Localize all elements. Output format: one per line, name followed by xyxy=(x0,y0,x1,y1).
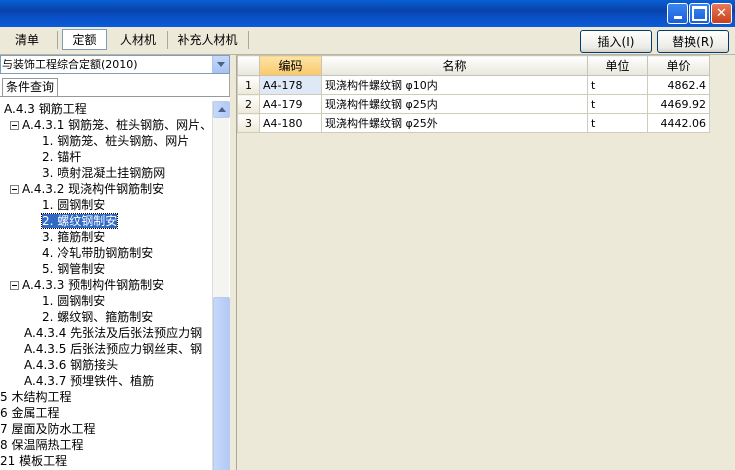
tab-quota[interactable]: 定额 xyxy=(62,29,107,50)
title-bar xyxy=(0,0,735,27)
tree-item[interactable]: A.4.3 钢筋工程 xyxy=(4,101,87,117)
tree-item[interactable]: 1. 圆钢制安 xyxy=(42,293,105,309)
tree-item[interactable]: A.4.3.2 现浇构件钢筋制安 xyxy=(10,181,164,197)
tree-item[interactable]: 6 金属工程 xyxy=(0,405,59,421)
quota-table: 编码 名称 单位 单价 1 A4-178 现浇构件螺纹钢 φ10内 t 4862… xyxy=(237,55,710,133)
tree-item[interactable]: A.4.3.6 钢筋接头 xyxy=(24,357,118,373)
tree-item[interactable]: 8 保温隔热工程 xyxy=(0,437,83,453)
cell-unit[interactable]: t xyxy=(587,113,648,133)
tab-bill[interactable]: 清单 xyxy=(2,29,52,50)
tree-item[interactable]: A.4.3.3 预制构件钢筋制安 xyxy=(10,277,164,293)
minimize-icon[interactable] xyxy=(667,3,688,24)
tree-item[interactable]: 7 屋面及防水工程 xyxy=(0,421,95,437)
tab-divider xyxy=(248,31,249,49)
cell-price[interactable]: 4469.92 xyxy=(647,94,710,114)
quota-tree-panel: 与装饰工程综合定额(2010) 条件查询 A.4.3 钢筋工程 A.4.3.1 … xyxy=(0,55,230,470)
cell-code[interactable]: A4-179 xyxy=(259,94,322,114)
tree-item[interactable]: 5. 钢管制安 xyxy=(42,261,105,277)
tree-item[interactable]: A.4.3.4 先张法及后张法预应力钢 xyxy=(24,325,202,341)
column-header-name[interactable]: 名称 xyxy=(321,55,588,76)
column-header-code[interactable]: 编码 xyxy=(259,55,322,76)
cell-unit[interactable]: t xyxy=(587,75,648,95)
collapse-icon[interactable] xyxy=(10,121,19,130)
tab-supplementary[interactable]: 补充人材机 xyxy=(170,29,245,50)
quota-library-value: 与装饰工程综合定额(2010) xyxy=(2,58,138,71)
tree-item[interactable]: 3. 喷射混凝土挂钢筋网 xyxy=(42,165,165,181)
tree-item[interactable]: 5 木结构工程 xyxy=(0,389,71,405)
chevron-down-icon[interactable] xyxy=(212,56,229,73)
tree-item[interactable]: 2. 锚杆 xyxy=(42,149,81,165)
tree-item[interactable]: 1. 圆钢制安 xyxy=(42,197,105,213)
cell-code[interactable]: A4-180 xyxy=(259,113,322,133)
row-number-header xyxy=(237,55,260,76)
cell-name[interactable]: 现浇构件螺纹钢 φ25外 xyxy=(321,113,588,133)
condition-query-tab[interactable]: 条件查询 xyxy=(2,78,58,96)
scroll-up-icon[interactable] xyxy=(213,101,230,118)
cell-name[interactable]: 现浇构件螺纹钢 φ10内 xyxy=(321,75,588,95)
tree-item[interactable]: 2. 螺纹钢、箍筋制安 xyxy=(42,309,153,325)
tree-item[interactable]: A.4.3.7 预埋铁件、植筋 xyxy=(24,373,154,389)
scroll-thumb[interactable] xyxy=(213,297,230,470)
table-row[interactable]: 2 A4-179 现浇构件螺纹钢 φ25内 t 4469.92 xyxy=(237,94,710,114)
tree-item[interactable]: A.4.3.1 钢筋笼、桩头钢筋、网片、 xyxy=(10,117,212,133)
cell-unit[interactable]: t xyxy=(587,94,648,114)
cell-code[interactable]: A4-178 xyxy=(259,75,322,95)
tree-item[interactable]: 1. 钢筋笼、桩头钢筋、网片 xyxy=(42,133,189,149)
cell-price[interactable]: 4862.4 xyxy=(647,75,710,95)
table-row[interactable]: 1 A4-178 现浇构件螺纹钢 φ10内 t 4862.4 xyxy=(237,75,710,95)
tab-labor-material[interactable]: 人材机 xyxy=(112,29,164,50)
quota-grid-panel: 编码 名称 单位 单价 1 A4-178 现浇构件螺纹钢 φ10内 t 4862… xyxy=(236,55,735,470)
tree-item-selected[interactable]: 2. 螺纹钢制安 xyxy=(40,213,119,229)
tab-divider xyxy=(167,31,168,49)
collapse-icon[interactable] xyxy=(10,281,19,290)
cell-price[interactable]: 4442.06 xyxy=(647,113,710,133)
cell-name[interactable]: 现浇构件螺纹钢 φ25内 xyxy=(321,94,588,114)
column-header-unit[interactable]: 单位 xyxy=(587,55,648,76)
collapse-icon[interactable] xyxy=(10,185,19,194)
tree-item[interactable]: A.4.3.5 后张法预应力钢丝束、钢 xyxy=(24,341,202,357)
close-icon[interactable] xyxy=(711,3,732,24)
table-row[interactable]: 3 A4-180 现浇构件螺纹钢 φ25外 t 4442.06 xyxy=(237,113,710,133)
tab-divider xyxy=(57,31,58,49)
maximize-icon[interactable] xyxy=(689,3,710,24)
insert-button[interactable]: 插入(I) xyxy=(580,30,652,53)
tree-scrollbar[interactable] xyxy=(212,101,230,470)
tree-item[interactable]: 21 模板工程 xyxy=(0,453,67,469)
tree-item[interactable]: 4. 冷轧带肋钢筋制安 xyxy=(42,245,153,261)
quota-library-select[interactable]: 与装饰工程综合定额(2010) xyxy=(0,55,230,74)
replace-button[interactable]: 替换(R) xyxy=(657,30,729,53)
tree-item[interactable]: 3. 箍筋制安 xyxy=(42,229,105,245)
column-header-price[interactable]: 单价 xyxy=(647,55,710,76)
quota-tree: A.4.3 钢筋工程 A.4.3.1 钢筋笼、桩头钢筋、网片、 1. 钢筋笼、桩… xyxy=(0,96,230,470)
